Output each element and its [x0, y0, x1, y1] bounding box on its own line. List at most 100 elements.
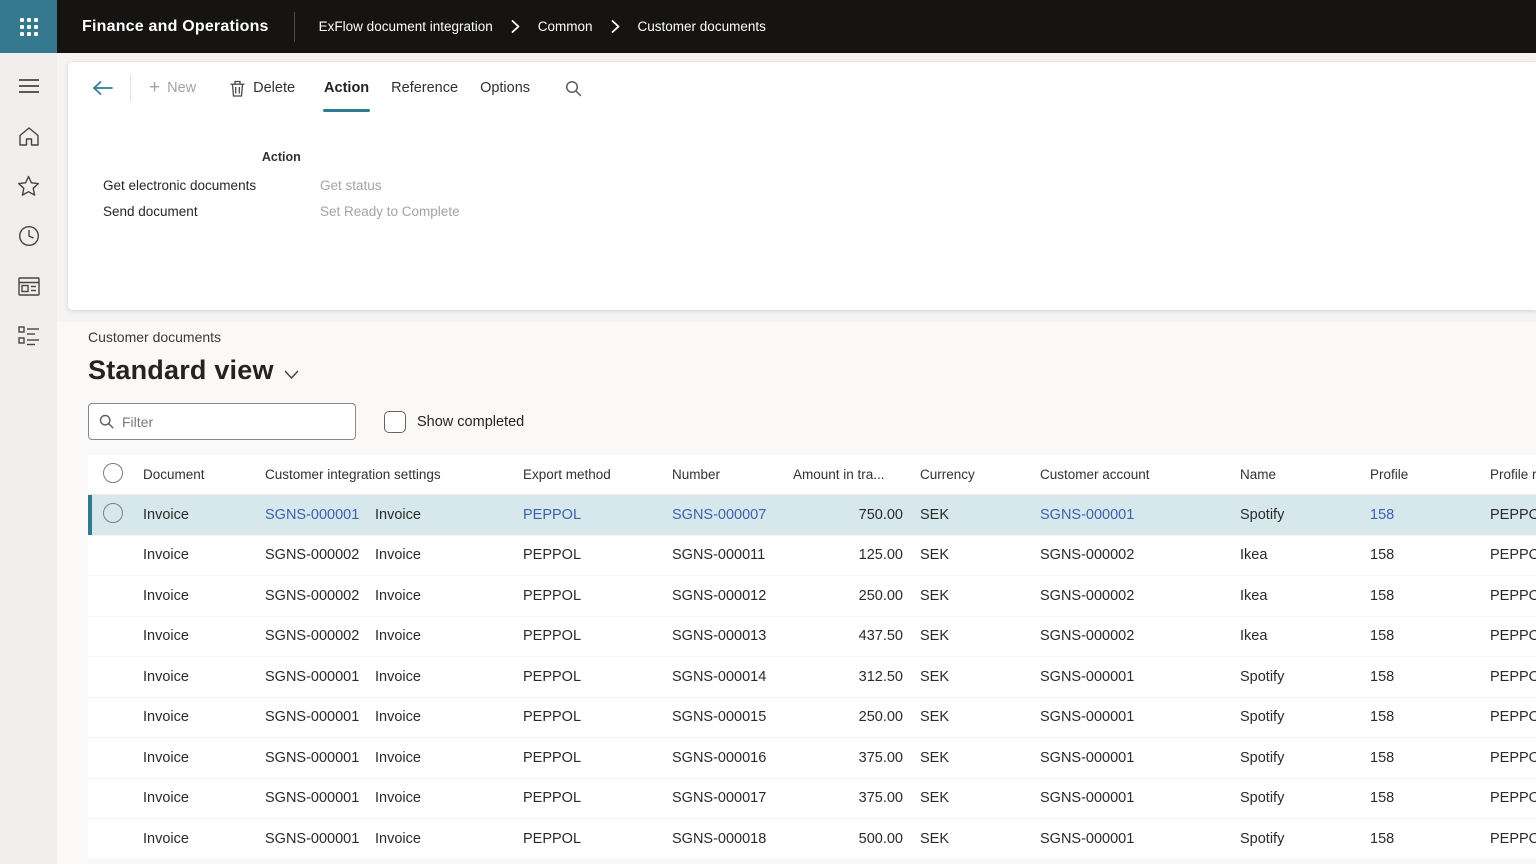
- sidebar-item-home[interactable]: [0, 111, 57, 161]
- column-header-profile_name[interactable]: Profile r: [1490, 467, 1536, 482]
- show-completed-toggle[interactable]: Show completed: [384, 411, 524, 433]
- grid-cell-profile_name: PEPPO: [1490, 547, 1536, 563]
- grid-cell-customer_account: SGNS-000002: [1040, 588, 1240, 604]
- grid-cell-profile_name: PEPPO: [1490, 628, 1536, 644]
- table-row[interactable]: InvoiceSGNS-000002InvoicePEPPOLSGNS-0000…: [88, 576, 1536, 617]
- grid-cell-name: Spotify: [1240, 831, 1370, 847]
- grid-cell-profile[interactable]: 158: [1370, 507, 1490, 523]
- action-link[interactable]: Send document: [103, 204, 294, 219]
- table-row[interactable]: InvoiceSGNS-000002InvoicePEPPOLSGNS-0000…: [88, 536, 1536, 577]
- grid-cell-currency: SEK: [920, 507, 1040, 523]
- table-row[interactable]: InvoiceSGNS-000001InvoicePEPPOLSGNS-0000…: [88, 819, 1536, 860]
- column-header-customer_account[interactable]: Customer account: [1040, 467, 1240, 482]
- column-header-export_method[interactable]: Export method: [523, 467, 672, 482]
- grid-cell-name: Ikea: [1240, 628, 1370, 644]
- breadcrumb-module[interactable]: ExFlow document integration: [319, 19, 493, 34]
- select-all-header[interactable]: [88, 463, 143, 486]
- selected-row-indicator: [88, 495, 92, 535]
- grid-cell-amount: 312.50: [793, 669, 920, 685]
- grid-cell-currency: SEK: [920, 588, 1040, 604]
- sidebar-item-recent[interactable]: [0, 211, 57, 261]
- table-row[interactable]: InvoiceSGNS-000001InvoicePEPPOLSGNS-0000…: [88, 738, 1536, 779]
- grid-cell-document: Invoice: [143, 709, 265, 725]
- table-row[interactable]: InvoiceSGNS-000001InvoicePEPPOLSGNS-0000…: [88, 495, 1536, 536]
- grid-header-row: DocumentCustomer integration settings Exp…: [88, 455, 1536, 495]
- show-completed-checkbox[interactable]: [384, 411, 406, 433]
- grid-cell-cis_type: Invoice: [375, 628, 523, 644]
- grid-cell-profile_name: PEPPO: [1490, 669, 1536, 685]
- grid-cell-cis: SGNS-000001: [265, 669, 375, 685]
- delete-button[interactable]: Delete: [228, 62, 297, 114]
- select-all-circle[interactable]: [103, 463, 123, 483]
- grid-cell-cis: SGNS-000002: [265, 588, 375, 604]
- sidebar-item-workspaces[interactable]: [0, 261, 57, 311]
- grid-cell-cis: SGNS-000002: [265, 628, 375, 644]
- view-selector[interactable]: Standard view: [88, 355, 1536, 386]
- table-row[interactable]: InvoiceSGNS-000001InvoicePEPPOLSGNS-0000…: [88, 698, 1536, 739]
- tab-options[interactable]: Options: [469, 62, 541, 114]
- action-link: Set Ready to Complete: [320, 204, 460, 219]
- grid-cell-customer_account: SGNS-000001: [1040, 790, 1240, 806]
- action-link[interactable]: Get electronic documents: [103, 178, 294, 193]
- top-navigation-bar: Finance and Operations ExFlow document i…: [0, 0, 1536, 53]
- grid-cell-name: Spotify: [1240, 507, 1370, 523]
- home-icon: [18, 126, 40, 147]
- star-icon: [17, 175, 40, 197]
- app-title[interactable]: Finance and Operations: [82, 18, 269, 36]
- action-column-2: Get statusSet Ready to Complete: [320, 178, 460, 219]
- toolbar-search-button[interactable]: [563, 62, 584, 114]
- grid-cell-customer_account: SGNS-000001: [1040, 750, 1240, 766]
- column-header-cis[interactable]: Customer integration settings: [265, 467, 375, 482]
- grid-cell-document: Invoice: [143, 669, 265, 685]
- column-header-name[interactable]: Name: [1240, 467, 1370, 482]
- grid-cell-amount: 375.00: [793, 790, 920, 806]
- column-header-currency[interactable]: Currency: [920, 467, 1040, 482]
- table-row[interactable]: InvoiceSGNS-000001InvoicePEPPOLSGNS-0000…: [88, 657, 1536, 698]
- grid-cell-cis: SGNS-000001: [265, 790, 375, 806]
- action-column-1: Get electronic documents Send document: [103, 178, 294, 219]
- grid-cell-profile: 158: [1370, 750, 1490, 766]
- grid-cell-number[interactable]: SGNS-000007: [672, 507, 793, 523]
- grid-cell-cis_type: Invoice: [375, 547, 523, 563]
- grid-cell-currency: SEK: [920, 709, 1040, 725]
- grid-cell-profile: 158: [1370, 588, 1490, 604]
- grid-cell-customer_account[interactable]: SGNS-000001: [1040, 507, 1240, 523]
- filter-input[interactable]: [122, 414, 345, 430]
- tab-reference[interactable]: Reference: [380, 62, 469, 114]
- sidebar-item-favorites[interactable]: [0, 161, 57, 211]
- new-button[interactable]: + New: [147, 62, 198, 114]
- breadcrumb-page[interactable]: Customer documents: [638, 19, 766, 34]
- modules-icon: [18, 326, 40, 346]
- grid-cell-number: SGNS-000016: [672, 750, 793, 766]
- grid-cell-cis: SGNS-000001: [265, 709, 375, 725]
- grid-cell-name: Ikea: [1240, 588, 1370, 604]
- search-icon: [99, 414, 114, 429]
- table-row[interactable]: InvoiceSGNS-000002InvoicePEPPOLSGNS-0000…: [88, 617, 1536, 658]
- grid-cell-export_method: PEPPOL: [523, 588, 672, 604]
- table-row[interactable]: InvoiceSGNS-000001InvoicePEPPOLSGNS-0000…: [88, 779, 1536, 820]
- toolbar-divider: [130, 75, 131, 101]
- column-header-profile[interactable]: Profile: [1370, 467, 1490, 482]
- grid-cell-document: Invoice: [143, 831, 265, 847]
- back-button[interactable]: [82, 62, 124, 114]
- grid-cell-cis: SGNS-000001: [265, 750, 375, 766]
- tab-action[interactable]: Action: [313, 62, 380, 114]
- grid-cell-number: SGNS-000017: [672, 790, 793, 806]
- grid-cell-customer_account: SGNS-000002: [1040, 628, 1240, 644]
- expand-navigation-button[interactable]: [0, 61, 57, 111]
- sidebar-item-modules[interactable]: [0, 311, 57, 361]
- grid-cell-profile_name: PEPPO: [1490, 790, 1536, 806]
- grid-cell-cis[interactable]: SGNS-000001: [265, 507, 375, 523]
- breadcrumb-area[interactable]: Common: [538, 19, 593, 34]
- app-launcher-button[interactable]: [0, 0, 57, 53]
- row-select-cell[interactable]: [88, 503, 143, 527]
- grid-cell-cis_type: Invoice: [375, 790, 523, 806]
- column-header-amount[interactable]: Amount in tra...: [793, 467, 920, 482]
- row-select-circle[interactable]: [103, 503, 123, 523]
- plus-icon: +: [149, 77, 160, 99]
- grid-cell-export_method[interactable]: PEPPOL: [523, 507, 672, 523]
- column-header-document[interactable]: Document: [143, 467, 265, 482]
- action-group-label: Action: [103, 150, 460, 164]
- grid-cell-profile_name: PEPPO: [1490, 588, 1536, 604]
- column-header-number[interactable]: Number: [672, 467, 793, 482]
